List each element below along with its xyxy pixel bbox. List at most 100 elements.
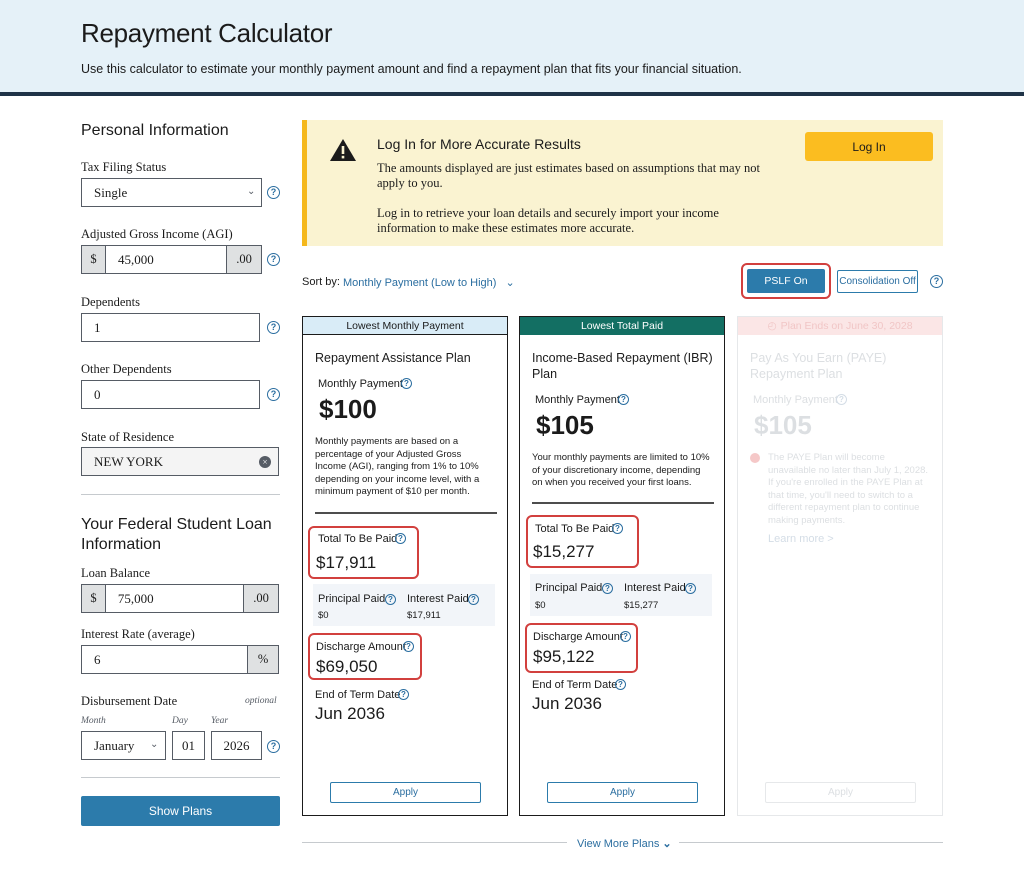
view-more-label: View More Plans [577,838,660,850]
help-icon[interactable]: ? [618,394,629,405]
help-icon[interactable]: ? [403,641,414,652]
help-icon[interactable]: ? [267,388,280,401]
help-icon[interactable]: ? [267,740,280,753]
plan-description: Monthly payments are based on a percenta… [315,436,480,497]
interest-paid-label: Interest Paid [624,582,686,594]
interest-paid-value: $17,911 [407,610,441,621]
help-icon[interactable]: ? [620,631,631,642]
other-dependents-value: 0 [94,386,101,402]
loan-balance-prefix: $ [82,585,106,612]
month-select[interactable]: January ⌄ [81,731,166,760]
sort-value: Monthly Payment (Low to High) [343,277,497,289]
year-input[interactable]: 2026 [211,731,262,760]
end-term-label: End of Term Date [315,689,401,701]
help-icon[interactable]: ? [615,679,626,690]
page-title: Repayment Calculator [81,18,333,48]
total-paid-label: Total To Be Paid [318,533,398,545]
day-input[interactable]: 01 [172,731,205,760]
interest-rate-suffix: % [247,646,278,673]
chevron-down-icon: ⌄ [662,838,672,850]
plan-warning: The PAYE Plan will become unavailable no… [768,452,929,526]
total-paid-value: $17,911 [316,553,377,572]
card-tag: ◴ Plan Ends on June 30, 2028 [738,317,942,335]
tax-status-value: Single [94,184,128,200]
card-title: Income-Based Repayment (IBR) Plan [532,350,717,382]
plan-card-ibr: Lowest Total Paid Income-Based Repayment… [519,316,725,816]
breakdown-box [530,574,712,616]
loan-info-heading: Your Federal Student Loan Information [81,515,272,555]
monthly-payment-value: $105 [754,410,812,440]
help-icon[interactable]: ? [401,378,412,389]
help-icon[interactable]: ? [267,186,280,199]
day-value: 01 [182,737,195,753]
alert-text-1: The amounts displayed are just estimates… [377,161,760,190]
alert-icon [750,453,760,463]
agi-label: Adjusted Gross Income (AGI) [81,227,233,241]
card-divider [315,512,497,514]
help-icon[interactable]: ? [267,321,280,334]
breakdown-box [313,584,495,626]
interest-rate-value: 6 [94,651,101,667]
loan-balance-suffix: .00 [243,585,278,612]
tax-status-select[interactable]: Single ⌄ [81,178,262,207]
loan-info-heading-line2: Information [81,536,162,553]
help-icon[interactable]: ? [930,275,943,288]
help-icon[interactable]: ? [385,594,396,605]
apply-button[interactable]: Apply [330,782,481,803]
state-value: NEW YORK [94,453,163,469]
help-icon[interactable]: ? [602,583,613,594]
chevron-down-icon: ⌄ [247,186,256,197]
consolidation-toggle-button[interactable]: Consolidation Off [837,270,918,293]
divider-right [679,842,943,843]
loan-balance-value: 75,000 [117,590,154,606]
card-title: Pay As You Earn (PAYE) Repayment Plan [750,350,935,382]
year-label: Year [211,716,229,726]
sort-select[interactable]: Monthly Payment (Low to High) ⌄ [343,276,515,289]
help-icon[interactable]: ? [395,533,406,544]
card-title-line1: Income-Based Repayment (IBR) [532,351,713,365]
sidebar-divider [81,494,280,495]
card-title-line1: Pay As You Earn (PAYE) [750,351,887,365]
other-dependents-label: Other Dependents [81,362,172,376]
alert-text-2: Log in to retrieve your loan details and… [377,206,719,235]
principal-paid-value: $0 [535,600,546,611]
help-icon[interactable]: ? [612,523,623,534]
total-paid-value: $15,277 [533,542,595,561]
state-input[interactable]: NEW YORK × [81,447,279,476]
monthly-payment-value: $100 [319,394,377,424]
divider-left [302,842,567,843]
discharge-label: Discharge Amount [316,641,406,653]
year-value: 2026 [223,737,250,753]
login-button[interactable]: Log In [805,132,933,161]
sidebar-divider [81,777,280,778]
pslf-toggle-button[interactable]: PSLF On [747,269,825,293]
dependents-input[interactable]: 1 [81,313,260,342]
show-plans-button[interactable]: Show Plans [81,796,280,826]
agi-prefix: $ [82,246,106,273]
help-icon[interactable]: ? [468,594,479,605]
clear-icon[interactable]: × [259,456,271,468]
help-icon[interactable]: ? [398,689,409,700]
learn-more-link[interactable]: Learn more > [768,533,834,545]
loan-info-heading-line1: Your Federal Student Loan [81,516,272,533]
tax-status-label: Tax Filing Status [81,160,167,174]
clock-icon: ◴ [767,320,777,332]
help-icon[interactable]: ? [267,253,280,266]
loan-balance-input[interactable]: $ 75,000 .00 [81,584,279,613]
agi-suffix: .00 [226,246,261,273]
monthly-payment-label: Monthly Payment [318,378,403,390]
loan-balance-label: Loan Balance [81,566,151,580]
interest-rate-input[interactable]: 6 % [81,645,279,674]
alert-title: Log In for More Accurate Results [377,136,581,152]
discharge-label: Discharge Amount [533,631,623,643]
agi-input[interactable]: $ 45,000 .00 [81,245,262,274]
card-divider [532,502,714,504]
help-icon[interactable]: ? [685,583,696,594]
login-alert: Log In for More Accurate Results The amo… [302,120,943,246]
other-dependents-input[interactable]: 0 [81,380,260,409]
principal-paid-value: $0 [318,610,329,621]
principal-paid-label: Principal Paid [535,582,603,594]
view-more-plans-link[interactable]: View More Plans ⌄ [577,837,672,850]
dependents-label: Dependents [81,295,141,309]
apply-button[interactable]: Apply [547,782,698,803]
